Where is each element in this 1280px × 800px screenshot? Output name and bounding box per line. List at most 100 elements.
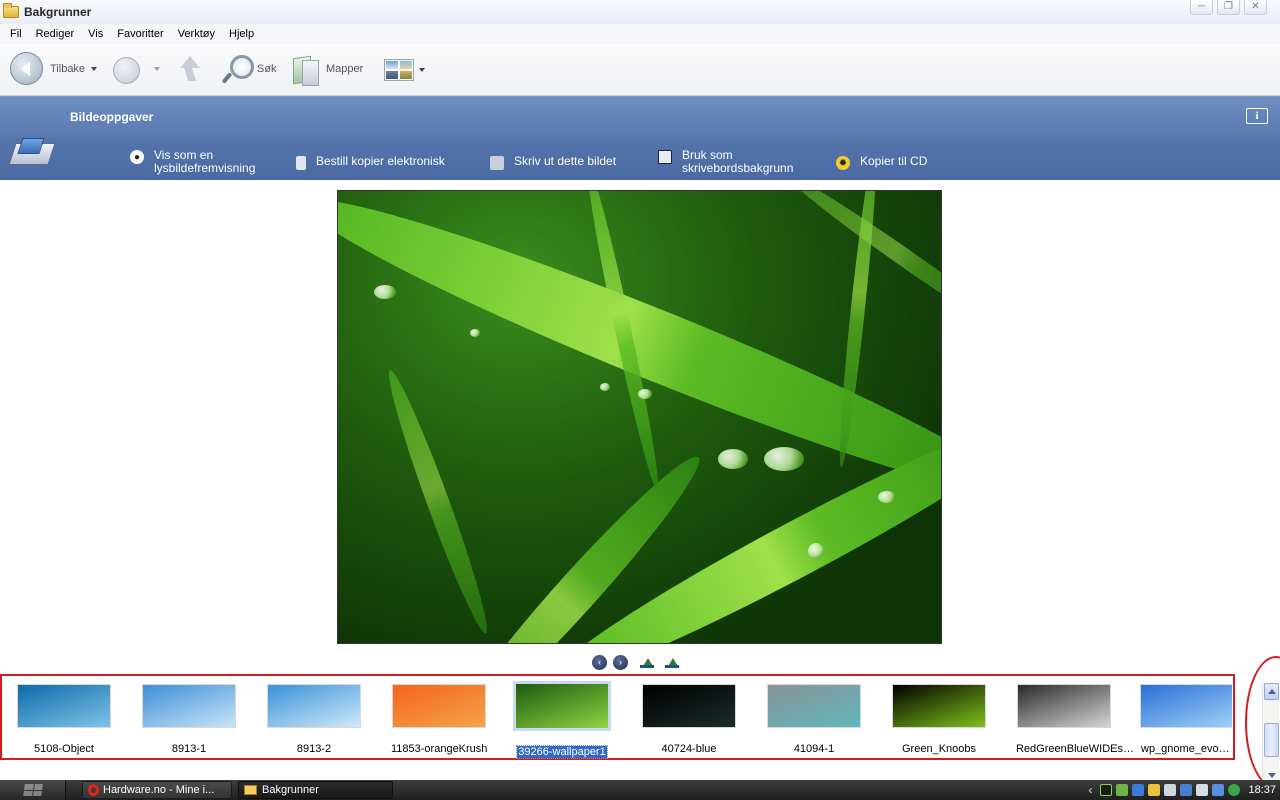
tray-app-icon[interactable] [1132,784,1145,796]
task-set-wallpaper-line2: skrivebordsbakgrunn [682,161,794,175]
menu-view[interactable]: Vis [81,28,110,40]
filmstrip: 5108-Object 8913-1 8913-2 11853-orangeKr… [0,674,1235,760]
preview-image[interactable] [337,190,942,644]
desktop-wallpaper-icon [658,150,672,164]
thumbnail[interactable]: 11853-orangeKrush [390,684,488,758]
folders-button[interactable]: Mapper [291,53,364,86]
filmstrip-view: ‹ › 5108-Object 8913-1 8913-2 11853-oran… [0,180,1280,789]
up-folder-button[interactable] [178,54,202,84]
back-history-dropdown[interactable] [91,67,97,71]
thumbnail[interactable]: Green_Knoobs [890,684,988,758]
windows-logo-icon [22,784,43,796]
search-button[interactable]: Søk [222,53,277,85]
tasks-header-strip [0,97,1280,137]
views-icon [384,59,414,81]
thumbnail-image [767,684,861,728]
close-button[interactable]: ✕ [1244,0,1267,15]
menu-help[interactable]: Hjelp [222,28,261,40]
wifi-icon[interactable] [1228,784,1241,796]
thumbnail-image [1140,684,1232,728]
thumbnail-selected[interactable]: 39266-wallpaper1 [513,681,611,761]
thumbnail-label: Green_Knoobs [902,743,976,755]
picture-tasks-banner: Bildeoppgaver i ● Vis som en lysbildefre… [0,96,1280,180]
menu-tools[interactable]: Verktøy [171,28,222,40]
menu-file[interactable]: Fil [3,28,29,40]
next-image-button[interactable]: › [613,655,628,670]
thumbnail-image [392,684,486,728]
forward-history-dropdown[interactable] [154,67,160,71]
thumbnail-image [17,684,111,728]
order-prints-icon [296,156,306,170]
folder-icon [244,785,257,795]
thumbnail-image [1017,684,1111,728]
thumbnail-image [642,684,736,728]
window-controls: ─ ❐ ✕ [1190,0,1267,15]
task-copy-cd-label: Kopier til CD [860,154,928,168]
taskbar-button-browser[interactable]: Hardware.no - Mine i... [82,781,232,799]
folder-icon [3,3,19,18]
rotate-clockwise-icon[interactable] [640,657,656,669]
thumbnail-label: RedGreenBlueWIDEsc... [1016,743,1137,755]
task-order-prints[interactable]: Bestill kopier elektronisk [296,155,445,170]
menu-edit[interactable]: Rediger [29,28,82,40]
task-print-picture[interactable]: Skriv ut dette bildet [490,155,616,170]
forward-arrow-icon [113,57,140,84]
thumbnail-image [142,684,236,728]
search-icon [222,53,254,85]
tray-app-icon[interactable] [1212,784,1225,796]
thumbnail-image [513,681,611,731]
vertical-scrollbar[interactable] [1262,683,1279,780]
previous-image-button[interactable]: ‹ [592,655,607,670]
info-icon[interactable]: i [1246,108,1268,124]
tray-app-icon[interactable] [1196,784,1209,796]
thumbnail-image [267,684,361,728]
tray-expand-icon[interactable]: ‹ [1088,783,1092,797]
views-button[interactable] [384,59,425,81]
minimize-button[interactable]: ─ [1190,0,1213,15]
task-slideshow[interactable]: ● Vis som en lysbildefremvisning [130,149,255,175]
rotate-counterclockwise-icon[interactable] [665,657,681,669]
task-copy-cd[interactable]: ✹ Kopier til CD [836,155,927,170]
thumbnail-label: 40724-blue [661,743,717,755]
menu-favorites[interactable]: Favoritter [110,28,170,40]
tasks-title: Bildeoppgaver [70,110,154,124]
opera-icon [88,784,99,796]
thumbnail-label: 8913-2 [296,743,332,755]
clock[interactable]: 18:37 [1248,784,1276,796]
film-reel-icon: ● [130,150,144,164]
thumbnail[interactable]: 8913-1 [140,684,238,758]
task-order-prints-label: Bestill kopier elektronisk [316,154,445,168]
up-arrow-icon [178,54,202,84]
thumbnail[interactable]: 8913-2 [265,684,363,758]
back-button[interactable]: Tilbake [10,52,85,85]
window-title: Bakgrunner [24,5,92,19]
thumbnail[interactable]: wp_gnome_evolve [1140,684,1232,758]
thumbnail[interactable]: 5108-Object [15,684,113,758]
tray-app-icon[interactable] [1116,784,1129,796]
scroll-up-button[interactable] [1264,683,1279,700]
thumbnail-label: 5108-Object [34,743,94,755]
thumbnail[interactable]: RedGreenBlueWIDEsc... [1015,684,1137,758]
toolbar: Tilbake Søk Mapper [0,44,1280,96]
taskbar-button-explorer[interactable]: Bakgrunner [238,781,393,799]
tray-app-icon[interactable] [1100,784,1113,796]
bluetooth-icon[interactable] [1180,784,1193,796]
thumbnail-label: 41094-1 [793,743,835,755]
forward-button[interactable] [113,57,140,84]
task-set-wallpaper[interactable]: Bruk som skrivebordsbakgrunn [658,149,793,175]
folders-label: Mapper [326,63,364,75]
tray-app-icon[interactable] [1148,784,1161,796]
thumbnail-label: 39266-wallpaper1 [516,745,608,759]
tray-app-icon[interactable] [1164,784,1177,796]
printer-icon [490,156,504,170]
thumbnail[interactable]: 41094-1 [765,684,863,758]
scroll-thumb[interactable] [1264,723,1279,757]
back-arrow-icon [10,52,43,85]
thumbnail-label: 11853-orangeKrush [391,743,488,755]
system-tray: ‹ 18:37 [1088,780,1280,800]
thumbnail[interactable]: 40724-blue [640,684,738,758]
cd-burn-icon: ✹ [836,156,850,170]
maximize-button[interactable]: ❐ [1217,0,1240,15]
search-label: Søk [257,63,277,75]
start-button[interactable] [0,780,66,800]
